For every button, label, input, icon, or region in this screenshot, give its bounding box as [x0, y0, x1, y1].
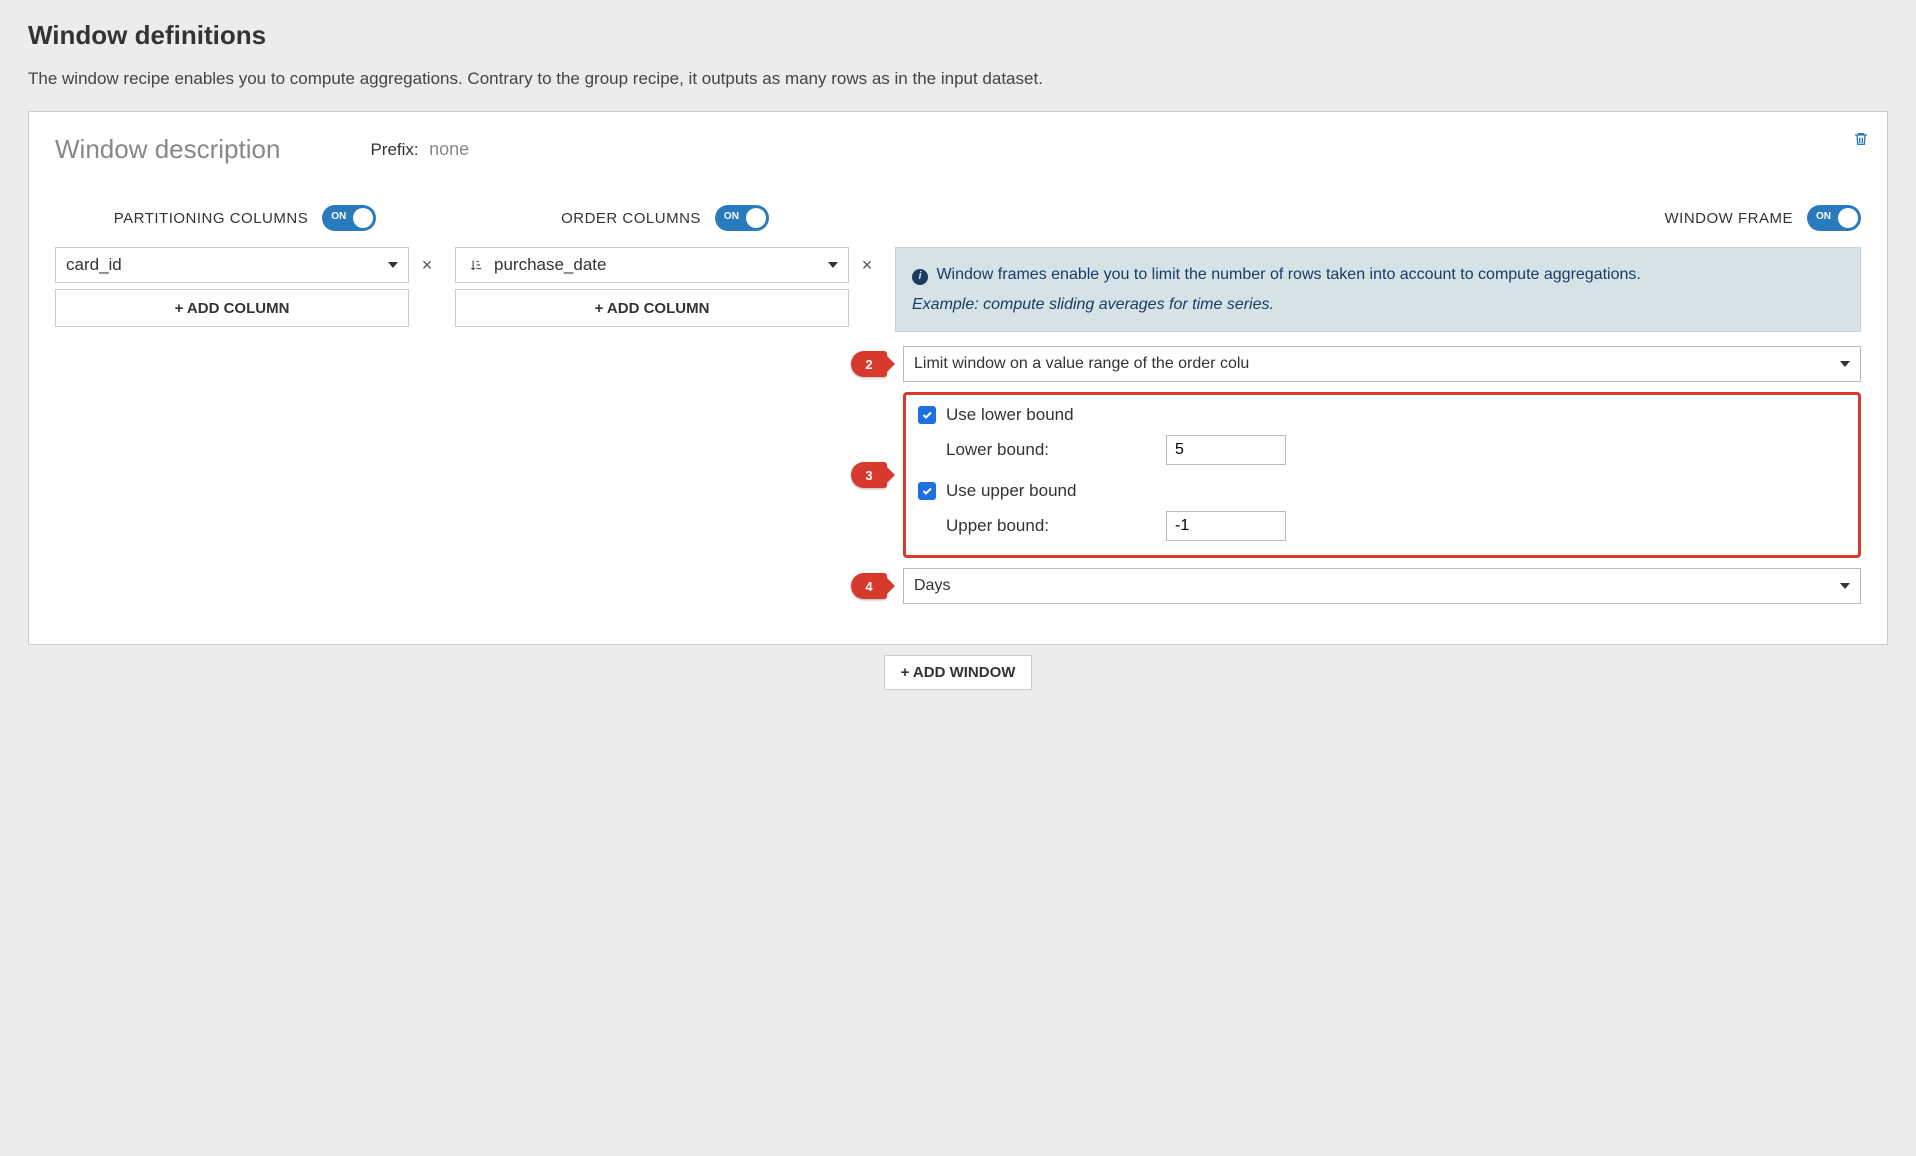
toggle-knob [353, 208, 373, 228]
callout-badge-3: 3 [851, 462, 887, 488]
page-title: Window definitions [28, 20, 1888, 51]
prefix-value[interactable]: none [429, 139, 469, 159]
toggle-knob [746, 208, 766, 228]
partitioning-section: PARTITIONING COLUMNS ON card_id × + ADD … [55, 205, 435, 327]
info-icon: i [912, 269, 928, 285]
info-text: Window frames enable you to limit the nu… [936, 266, 1640, 283]
chevron-down-icon [1840, 583, 1850, 589]
order-column-select[interactable]: purchase_date [455, 247, 849, 283]
limit-window-select[interactable]: Limit window on a value range of the ord… [903, 346, 1861, 382]
order-toggle[interactable]: ON [715, 205, 769, 231]
use-upper-bound-checkbox[interactable] [918, 482, 936, 500]
order-column-value: purchase_date [494, 255, 606, 275]
window-frame-section: WINDOW FRAME ON i Window frames enable y… [895, 205, 1861, 614]
window-frame-toggle[interactable]: ON [1807, 205, 1861, 231]
window-panel: Window description Prefix: none PARTITIO… [28, 111, 1888, 645]
remove-partitioning-column-icon[interactable]: × [419, 255, 435, 276]
partitioning-toggle[interactable]: ON [322, 205, 376, 231]
callout-badge-2: 2 [851, 351, 887, 377]
chevron-down-icon [828, 262, 838, 268]
upper-bound-label: Upper bound: [946, 516, 1146, 536]
partitioning-column-value: card_id [66, 255, 122, 275]
toggle-label: ON [1816, 211, 1831, 222]
info-example: Example: compute sliding averages for ti… [912, 292, 1844, 318]
window-description-heading: Window description [55, 134, 280, 165]
chevron-down-icon [388, 262, 398, 268]
toggle-label: ON [724, 211, 739, 222]
delete-window-icon[interactable] [1853, 130, 1869, 153]
order-header: ORDER COLUMNS [561, 210, 701, 227]
time-unit-value: Days [914, 577, 1832, 595]
chevron-down-icon [1840, 361, 1850, 367]
use-upper-bound-label: Use upper bound [946, 481, 1076, 501]
window-frame-info: i Window frames enable you to limit the … [895, 247, 1861, 332]
add-order-column-button[interactable]: + ADD COLUMN [455, 289, 849, 327]
toggle-knob [1838, 208, 1858, 228]
upper-bound-input[interactable] [1166, 511, 1286, 541]
sort-direction-icon[interactable] [466, 258, 486, 272]
limit-window-value: Limit window on a value range of the ord… [914, 355, 1832, 373]
lower-bound-input[interactable] [1166, 435, 1286, 465]
toggle-label: ON [331, 211, 346, 222]
use-lower-bound-label: Use lower bound [946, 405, 1074, 425]
lower-bound-label: Lower bound: [946, 440, 1146, 460]
partitioning-column-select[interactable]: card_id [55, 247, 409, 283]
bounds-box: Use lower bound Lower bound: Use upper b… [903, 392, 1861, 558]
time-unit-select[interactable]: Days [903, 568, 1861, 604]
order-section: ORDER COLUMNS ON purchase_date [455, 205, 875, 327]
partitioning-header: PARTITIONING COLUMNS [114, 210, 308, 227]
callout-badge-4: 4 [851, 573, 887, 599]
page-description: The window recipe enables you to compute… [28, 69, 1888, 89]
window-frame-header: WINDOW FRAME [1665, 210, 1793, 227]
add-window-button[interactable]: + ADD WINDOW [884, 655, 1033, 690]
use-lower-bound-checkbox[interactable] [918, 406, 936, 424]
add-partitioning-column-button[interactable]: + ADD COLUMN [55, 289, 409, 327]
prefix-label: Prefix: [370, 140, 418, 159]
remove-order-column-icon[interactable]: × [859, 255, 875, 276]
